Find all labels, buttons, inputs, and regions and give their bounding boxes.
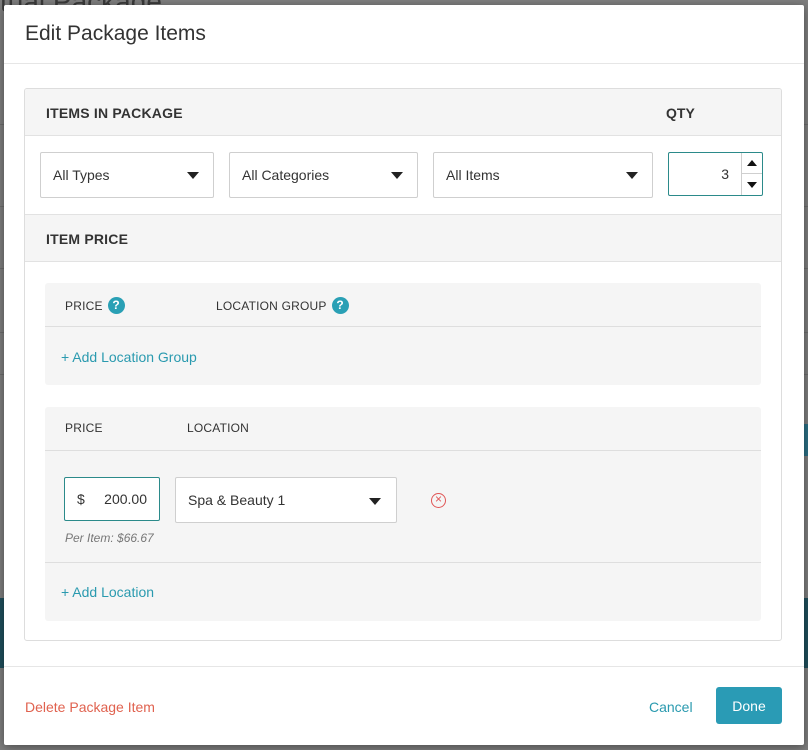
chevron-down-icon xyxy=(391,172,403,179)
location-value: Spa & Beauty 1 xyxy=(188,492,286,508)
location-column-label: LOCATION xyxy=(187,421,250,435)
help-icon[interactable]: ? xyxy=(107,297,125,314)
price-section-header: ITEM PRICE xyxy=(25,215,781,262)
location-select[interactable]: Spa & Beauty 1 xyxy=(175,477,397,523)
delete-package-item-link[interactable]: Delete Package Item xyxy=(25,699,155,715)
done-button[interactable]: Done xyxy=(716,687,782,724)
help-icon[interactable]: ? xyxy=(331,297,349,314)
currency-symbol: $ xyxy=(77,491,85,507)
location-price-panel: PRICE LOCATION $ 200.00 Spa & Beauty 1 ×… xyxy=(45,407,761,621)
price-column-label: PRICE xyxy=(65,421,103,435)
chevron-down-icon xyxy=(747,182,757,188)
panel-divider xyxy=(45,562,761,563)
type-filter-value: All Types xyxy=(53,167,110,183)
cancel-button[interactable]: Cancel xyxy=(649,699,693,715)
edit-package-items-modal: Edit Package Items ITEMS IN PACKAGE QTY … xyxy=(4,5,804,745)
item-filter-select[interactable]: All Items xyxy=(433,152,653,198)
qty-value[interactable]: 3 xyxy=(721,166,729,182)
qty-stepper[interactable]: 3 xyxy=(668,152,763,196)
category-filter-select[interactable]: All Categories xyxy=(229,152,418,198)
chevron-down-icon xyxy=(187,172,199,179)
location-group-column-text: LOCATION GROUP xyxy=(216,298,327,313)
qty-label: QTY xyxy=(666,105,695,121)
price-column-label: PRICE ? xyxy=(65,297,125,314)
location-group-column-label: LOCATION GROUP ? xyxy=(216,297,349,314)
qty-decrement-button[interactable] xyxy=(742,174,762,195)
background-button xyxy=(804,424,808,456)
items-section-title: ITEMS IN PACKAGE xyxy=(46,105,183,121)
item-filters: All Types All Categories All Items 3 xyxy=(25,136,781,215)
items-section-header: ITEMS IN PACKAGE QTY xyxy=(25,89,781,136)
location-price-panel-header: PRICE LOCATION xyxy=(45,407,761,451)
package-item-card: ITEMS IN PACKAGE QTY All Types All Categ… xyxy=(24,88,782,641)
add-location-link[interactable]: + Add Location xyxy=(61,584,154,600)
chevron-down-icon xyxy=(626,172,638,179)
remove-location-icon[interactable]: × xyxy=(431,493,446,508)
modal-title: Edit Package Items xyxy=(25,22,206,45)
location-price-row: $ 200.00 Spa & Beauty 1 × Per Item: $66.… xyxy=(45,451,761,563)
add-location-group-link[interactable]: + Add Location Group xyxy=(61,349,197,365)
location-group-panel-header: PRICE ? LOCATION GROUP ? xyxy=(45,283,761,327)
chevron-up-icon xyxy=(747,160,757,166)
price-column-text: PRICE xyxy=(65,298,103,313)
price-value[interactable]: 200.00 xyxy=(104,491,147,507)
qty-increment-button[interactable] xyxy=(742,153,762,174)
type-filter-select[interactable]: All Types xyxy=(40,152,214,198)
modal-footer: Delete Package Item Cancel Done xyxy=(4,666,804,745)
item-filter-value: All Items xyxy=(446,167,500,183)
price-input[interactable]: $ 200.00 xyxy=(64,477,160,521)
location-group-panel: PRICE ? LOCATION GROUP ? + Add Location … xyxy=(45,283,761,385)
chevron-down-icon xyxy=(369,498,381,505)
qty-spinner xyxy=(741,153,762,195)
price-section-title: ITEM PRICE xyxy=(46,231,129,247)
category-filter-value: All Categories xyxy=(242,167,330,183)
per-item-price: Per Item: $66.67 xyxy=(65,531,154,545)
modal-header: Edit Package Items xyxy=(4,5,804,64)
